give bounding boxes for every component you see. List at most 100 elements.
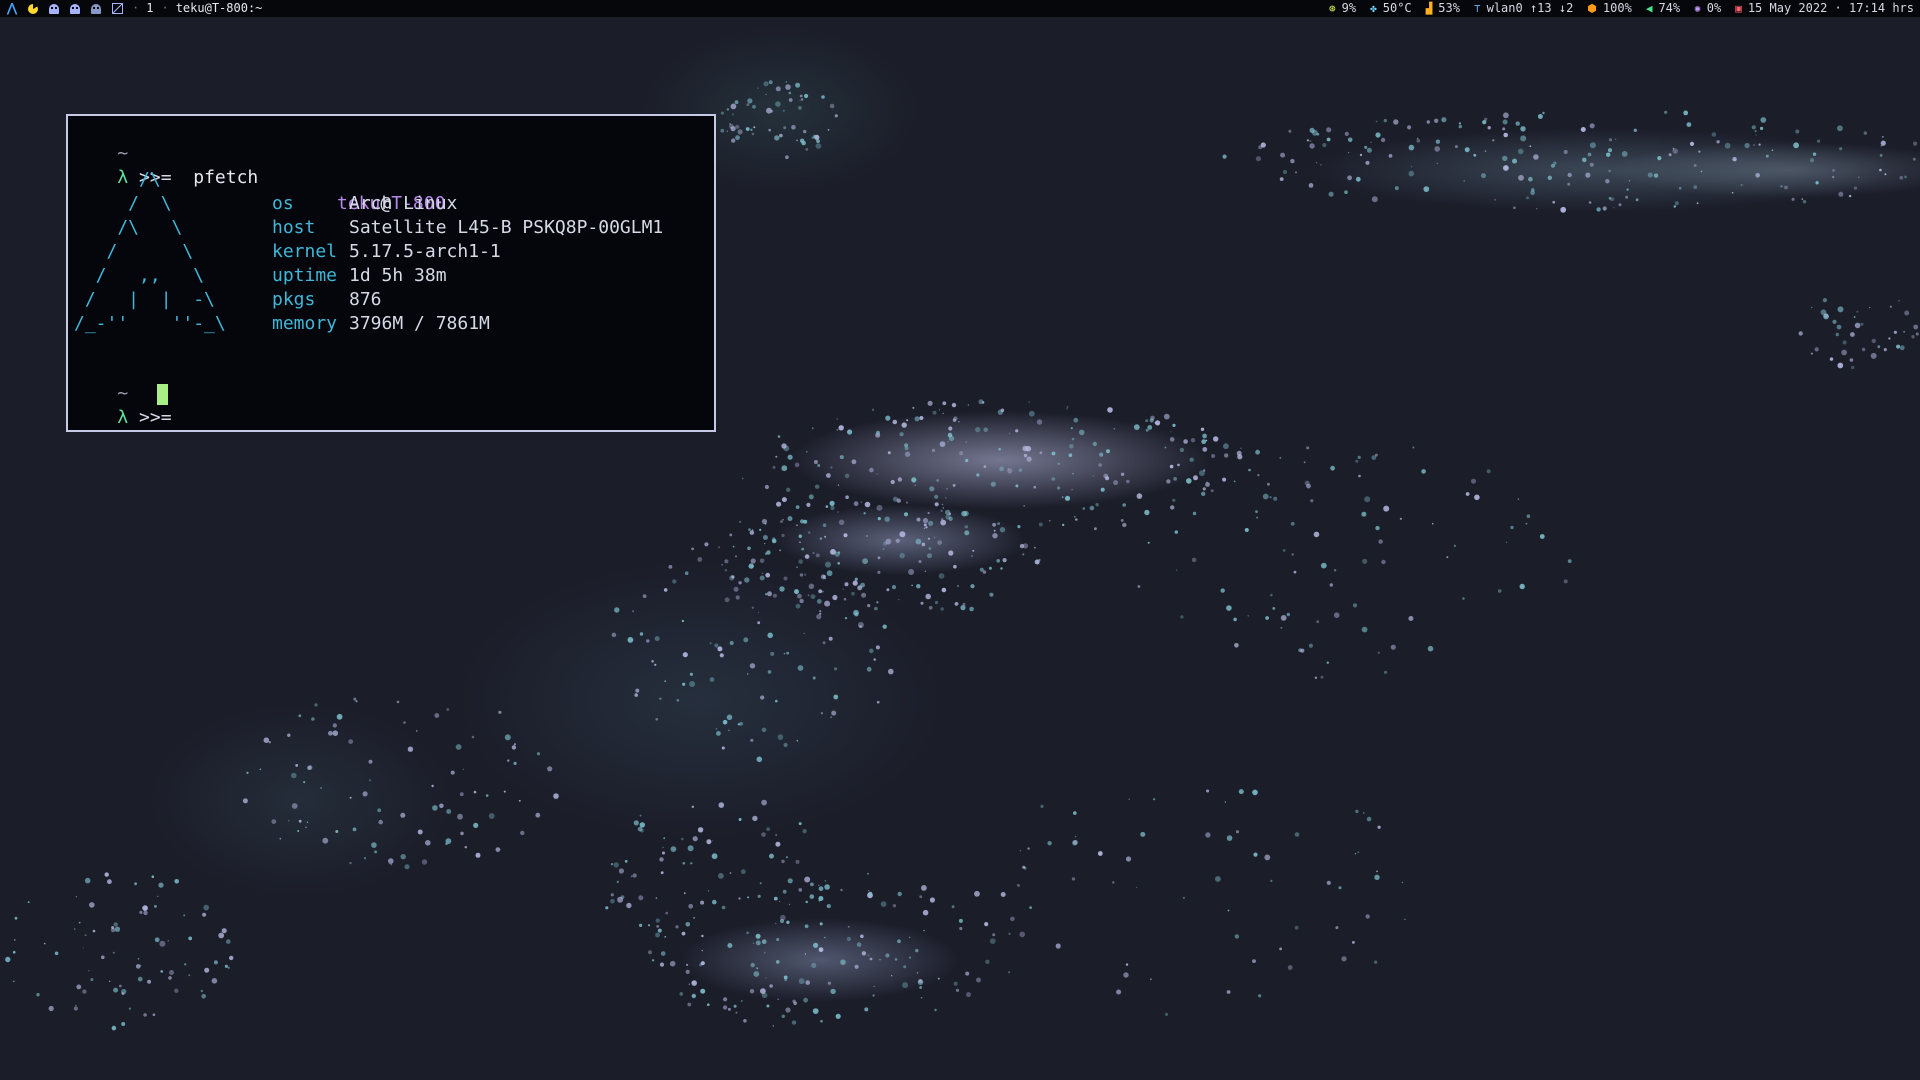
info-row-memory: memory 3796M / 7861M xyxy=(272,312,663,336)
foam-speck xyxy=(1473,153,1477,157)
foam-speck xyxy=(811,962,817,969)
foam-speck xyxy=(1536,208,1538,210)
foam-speck xyxy=(887,451,891,455)
foam-speck xyxy=(763,81,769,87)
foam-speck xyxy=(1258,994,1262,998)
ghost-icon[interactable] xyxy=(48,3,60,15)
network-module[interactable]: ⊤ wlan0 ↑13 ↓2 xyxy=(1474,0,1573,17)
foam-speck xyxy=(838,551,841,554)
foam-speck xyxy=(1260,142,1266,148)
foam-speck xyxy=(826,473,831,478)
foam-speck xyxy=(898,598,900,601)
foam-speck xyxy=(920,997,923,999)
foam-speck xyxy=(1055,943,1061,949)
foam-speck xyxy=(1408,170,1415,177)
volume-module[interactable]: ◀ 74% xyxy=(1646,0,1680,17)
ghost-icon[interactable] xyxy=(90,3,102,15)
foam-speck xyxy=(792,999,796,1003)
foam-speck xyxy=(704,542,709,547)
battery-module[interactable]: ⬢ 100% xyxy=(1587,0,1632,17)
foam-speck xyxy=(1038,522,1043,527)
brightness-module[interactable]: ✺ 0% xyxy=(1694,0,1721,17)
terminal-window[interactable]: ~ λ >>= pfetch /\ / \ /\ \ / \ / ,, \ / … xyxy=(66,114,716,432)
foam-speck xyxy=(1580,127,1586,132)
foam-speck xyxy=(1416,138,1421,143)
foam-speck xyxy=(446,708,450,711)
foam-speck xyxy=(824,880,827,882)
foam-speck xyxy=(1022,553,1025,556)
disk-module[interactable]: ▟ 53% xyxy=(1426,0,1460,17)
foam-speck xyxy=(1899,345,1905,351)
workspace-number[interactable]: 1 xyxy=(146,0,153,17)
foam-speck xyxy=(1306,446,1310,450)
foam-speck xyxy=(1280,626,1283,629)
foam-speck xyxy=(101,955,105,960)
foam-speck xyxy=(1288,129,1292,133)
foam-speck xyxy=(781,1014,785,1018)
foam-speck xyxy=(1220,588,1225,593)
foam-speck xyxy=(727,943,733,948)
foam-speck xyxy=(36,993,40,997)
foam-speck xyxy=(1881,135,1884,138)
foam-speck xyxy=(999,466,1004,472)
foam-speck xyxy=(1390,644,1396,650)
foam-speck xyxy=(759,882,762,885)
foam-speck xyxy=(1621,151,1628,157)
cpu-module[interactable]: ⊛ 9% xyxy=(1329,0,1356,17)
arch-logo-icon[interactable]: ⋀ xyxy=(6,1,18,15)
foam-speck xyxy=(1347,137,1353,143)
foam-speck xyxy=(824,884,830,890)
foam-speck xyxy=(1539,534,1545,539)
foam-speck xyxy=(1019,850,1021,852)
foam-speck xyxy=(1023,453,1028,458)
foam-speck xyxy=(775,86,781,92)
foam-speck xyxy=(1911,335,1915,339)
foam-speck xyxy=(785,856,789,859)
foam-speck xyxy=(407,746,414,752)
pacman-icon[interactable] xyxy=(27,3,39,15)
foam-speck xyxy=(1071,437,1075,441)
foam-speck xyxy=(805,148,809,151)
foam-speck xyxy=(772,465,776,469)
prompt-line-2[interactable]: λ >>= xyxy=(74,382,474,428)
foam-speck xyxy=(798,534,802,538)
foam-speck xyxy=(553,793,559,799)
foam-speck xyxy=(884,516,890,522)
foam-speck xyxy=(1235,830,1240,834)
foam-speck xyxy=(1484,150,1487,152)
foam-speck xyxy=(1370,141,1372,143)
foam-speck xyxy=(1039,451,1043,455)
foam-speck xyxy=(1008,432,1011,434)
foam-speck xyxy=(1149,418,1154,423)
foam-speck xyxy=(876,430,880,435)
foam-speck xyxy=(791,1020,797,1025)
foam-speck xyxy=(1811,306,1813,309)
foam-speck xyxy=(812,134,817,139)
foam-speck xyxy=(1863,131,1868,135)
foam-speck xyxy=(757,894,761,898)
foam-speck xyxy=(785,155,789,159)
foam-speck xyxy=(518,799,521,802)
foam-speck xyxy=(835,1013,841,1019)
foam-speck xyxy=(1812,152,1817,156)
foam-speck xyxy=(1879,168,1882,172)
foam-speck xyxy=(1686,122,1692,127)
foam-speck xyxy=(1771,149,1774,152)
foam-speck xyxy=(642,594,647,599)
foam-speck xyxy=(837,511,839,513)
foam-speck xyxy=(919,416,924,420)
foam-speck xyxy=(1657,156,1662,161)
foam-speck xyxy=(916,972,919,974)
layout-icon[interactable] xyxy=(111,3,123,15)
foam-speck xyxy=(1835,332,1840,337)
foam-speck xyxy=(204,967,210,973)
foam-speck xyxy=(903,965,907,969)
foam-speck xyxy=(1375,132,1381,138)
foam-speck xyxy=(1019,931,1025,938)
clock-module[interactable]: ▣ 15 May 2022 · 17:14 hrs xyxy=(1735,0,1914,17)
foam-speck xyxy=(976,977,981,983)
foam-speck xyxy=(866,534,869,538)
ghost-icon[interactable] xyxy=(69,3,81,15)
temperature-module[interactable]: ✤ 50°C xyxy=(1370,0,1412,17)
foam-speck xyxy=(769,853,774,859)
